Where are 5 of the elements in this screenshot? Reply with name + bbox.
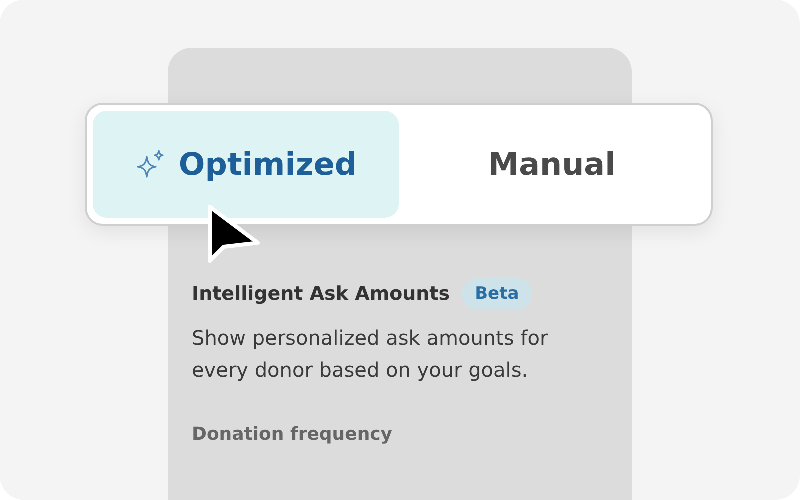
feature-title: Intelligent Ask Amounts — [192, 283, 450, 305]
section-label: Donation frequency — [192, 424, 394, 445]
feature-description: Show personalized ask amounts for every donor based on your goals. — [192, 325, 550, 384]
beta-badge: Beta — [462, 278, 532, 310]
mode-tab[interactable]: Optimized — [93, 111, 399, 218]
